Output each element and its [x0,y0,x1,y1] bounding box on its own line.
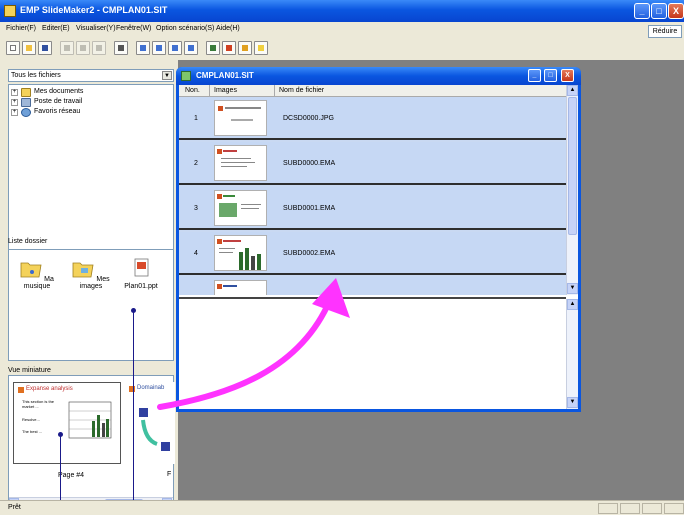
callout-dot [131,308,136,313]
drag-arrow [157,278,350,410]
status-bar: Prêt [0,500,684,515]
callout-line [133,310,134,515]
status-panel [620,503,640,514]
app-window: EMP SlideMaker2 - CMPLAN01.SIT _ □ X Fic… [0,0,684,515]
status-panel [664,503,684,514]
callout-dot [58,432,63,437]
status-panel [598,503,618,514]
status-panel [642,503,662,514]
status-text: Prêt [8,504,21,511]
